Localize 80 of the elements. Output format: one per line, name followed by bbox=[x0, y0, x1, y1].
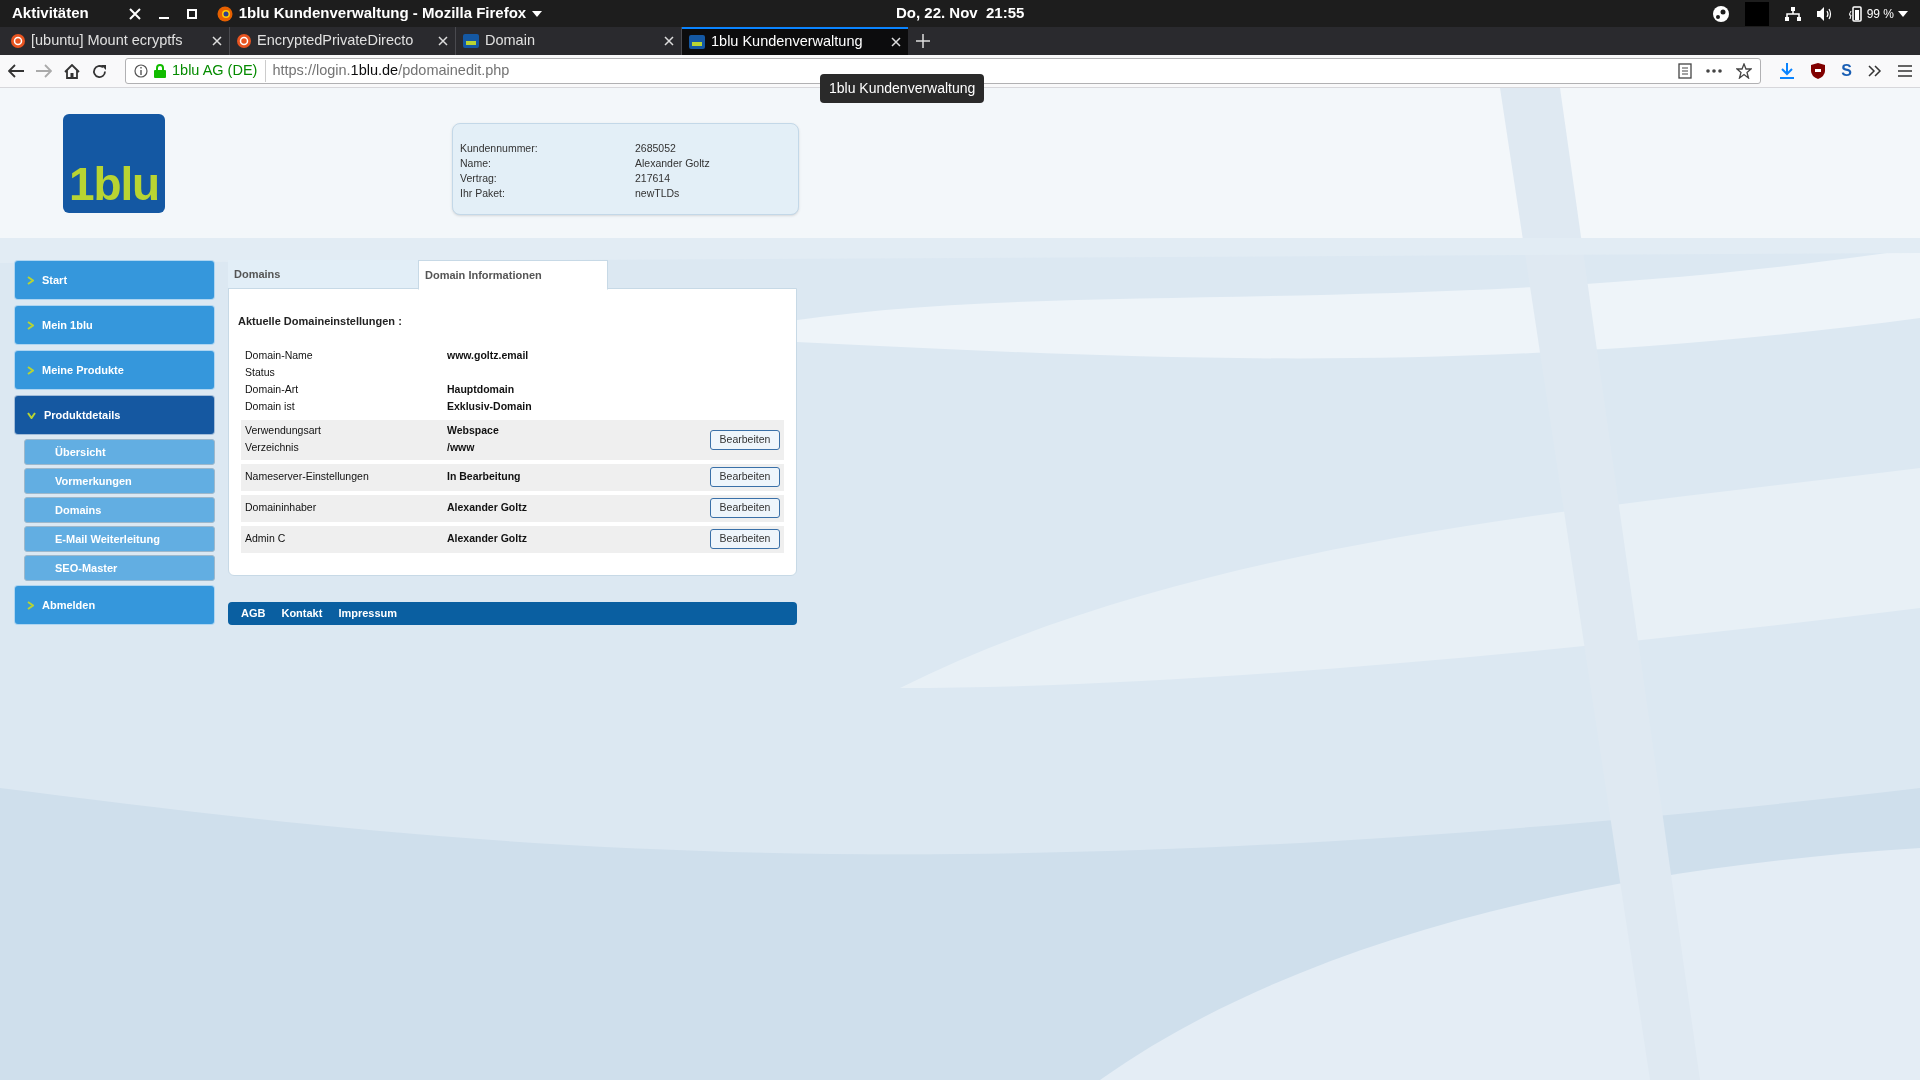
info-value: Alexander Goltz bbox=[635, 155, 710, 171]
chevron-right-icon bbox=[27, 600, 34, 610]
menu-icon[interactable] bbox=[1898, 65, 1912, 77]
chevron-right-icon bbox=[27, 365, 34, 375]
home-icon[interactable] bbox=[64, 63, 80, 79]
setting-label: Domain ist bbox=[244, 399, 296, 415]
content-tab[interactable]: Domains bbox=[228, 260, 418, 289]
battery-percent: 99 % bbox=[1866, 5, 1894, 23]
close-icon[interactable] bbox=[212, 36, 222, 46]
footer-link[interactable]: AGB bbox=[241, 605, 266, 622]
app-title[interactable]: 1blu Kundenverwaltung - Mozilla Firefox bbox=[238, 2, 527, 25]
setting-value: /www bbox=[447, 440, 475, 456]
firefox-icon bbox=[216, 5, 233, 22]
site-identity[interactable]: 1blu AG (DE) bbox=[172, 60, 267, 82]
setting-label: Verwendungsart bbox=[244, 423, 322, 439]
back-icon[interactable] bbox=[8, 64, 24, 78]
chevron-down-icon bbox=[27, 411, 36, 419]
section-title: Aktuelle Domaineinstellungen : bbox=[238, 314, 403, 329]
chevron-right-icon bbox=[27, 320, 34, 330]
browser-tab[interactable]: 1blu Kundenverwaltung bbox=[682, 27, 908, 55]
activities-button[interactable]: Aktivitäten bbox=[12, 2, 89, 25]
setting-value: Webspace bbox=[447, 423, 499, 439]
info-icon[interactable] bbox=[134, 64, 148, 78]
battery-icon[interactable] bbox=[1848, 5, 1863, 22]
edit-button[interactable]: Bearbeiten bbox=[710, 467, 780, 487]
edit-button[interactable]: Bearbeiten bbox=[710, 498, 780, 518]
info-value: newTLDs bbox=[635, 185, 680, 201]
close-icon[interactable] bbox=[438, 36, 448, 46]
url-text[interactable]: https://login.1blu.de/pdomainedit.php bbox=[272, 60, 510, 82]
maximize-icon[interactable] bbox=[186, 8, 197, 19]
setting-value: www.goltz.email bbox=[447, 348, 529, 364]
info-label: Kundennummer: bbox=[460, 140, 539, 156]
footer-link[interactable]: Kontakt bbox=[281, 605, 323, 622]
overflow-chevron-icon[interactable] bbox=[1868, 65, 1882, 77]
close-icon[interactable] bbox=[891, 37, 901, 47]
extension-button[interactable]: S bbox=[1841, 63, 1852, 79]
setting-value: Alexander Goltz bbox=[447, 531, 527, 547]
setting-label: Domaininhaber bbox=[244, 500, 318, 516]
info-value: 2685052 bbox=[635, 140, 676, 156]
ubuntu-icon bbox=[237, 34, 251, 48]
logo: 1blu bbox=[63, 114, 165, 213]
info-label: Name: bbox=[460, 155, 492, 171]
edit-button[interactable]: Bearbeiten bbox=[710, 429, 780, 450]
info-value: 217614 bbox=[635, 170, 671, 186]
setting-value: Hauptdomain bbox=[447, 382, 515, 398]
content-tab[interactable]: Domain Informationen bbox=[418, 260, 608, 290]
download-icon[interactable] bbox=[1779, 63, 1796, 79]
nav-item[interactable]: Produktdetails bbox=[14, 395, 215, 435]
setting-value: Exklusiv-Domain bbox=[447, 399, 532, 415]
lock-icon[interactable] bbox=[154, 64, 166, 78]
setting-label: Verzeichnis bbox=[244, 440, 300, 456]
setting-value: In Bearbeitung bbox=[447, 469, 521, 485]
footer-link[interactable]: Impressum bbox=[338, 605, 398, 622]
edit-button[interactable]: Bearbeiten bbox=[710, 529, 780, 549]
setting-label: Domain-Name bbox=[244, 348, 314, 364]
info-label: Vertrag: bbox=[460, 170, 498, 186]
setting-label: Status bbox=[244, 365, 276, 381]
clock[interactable]: Do, 22. Nov 21:55 bbox=[896, 2, 1025, 25]
info-label: Ihr Paket: bbox=[460, 185, 506, 201]
favicon-icon bbox=[689, 35, 705, 49]
chevron-right-icon bbox=[27, 275, 34, 285]
new-tab-icon[interactable] bbox=[916, 34, 930, 48]
setting-label: Nameserver-Einstellungen bbox=[244, 469, 370, 485]
caret-icon[interactable] bbox=[1898, 10, 1908, 17]
setting-label: Admin C bbox=[244, 531, 287, 547]
shield-icon[interactable] bbox=[1811, 63, 1826, 79]
bookmark-star-icon[interactable] bbox=[1736, 63, 1753, 79]
reader-view-icon[interactable] bbox=[1678, 63, 1693, 79]
volume-icon[interactable] bbox=[1816, 6, 1833, 21]
network-icon[interactable] bbox=[1784, 6, 1801, 21]
steam-icon[interactable] bbox=[1712, 5, 1729, 22]
setting-label: Domain-Art bbox=[244, 382, 300, 398]
favicon-icon bbox=[463, 34, 479, 48]
close-icon[interactable] bbox=[664, 36, 674, 46]
tooltip: 1blu Kundenverwaltung bbox=[820, 74, 985, 103]
reload-icon[interactable] bbox=[92, 63, 107, 79]
caret-icon[interactable] bbox=[532, 10, 543, 17]
setting-value: Alexander Goltz bbox=[447, 500, 527, 516]
more-icon[interactable] bbox=[1706, 69, 1723, 73]
ubuntu-icon bbox=[11, 34, 25, 48]
